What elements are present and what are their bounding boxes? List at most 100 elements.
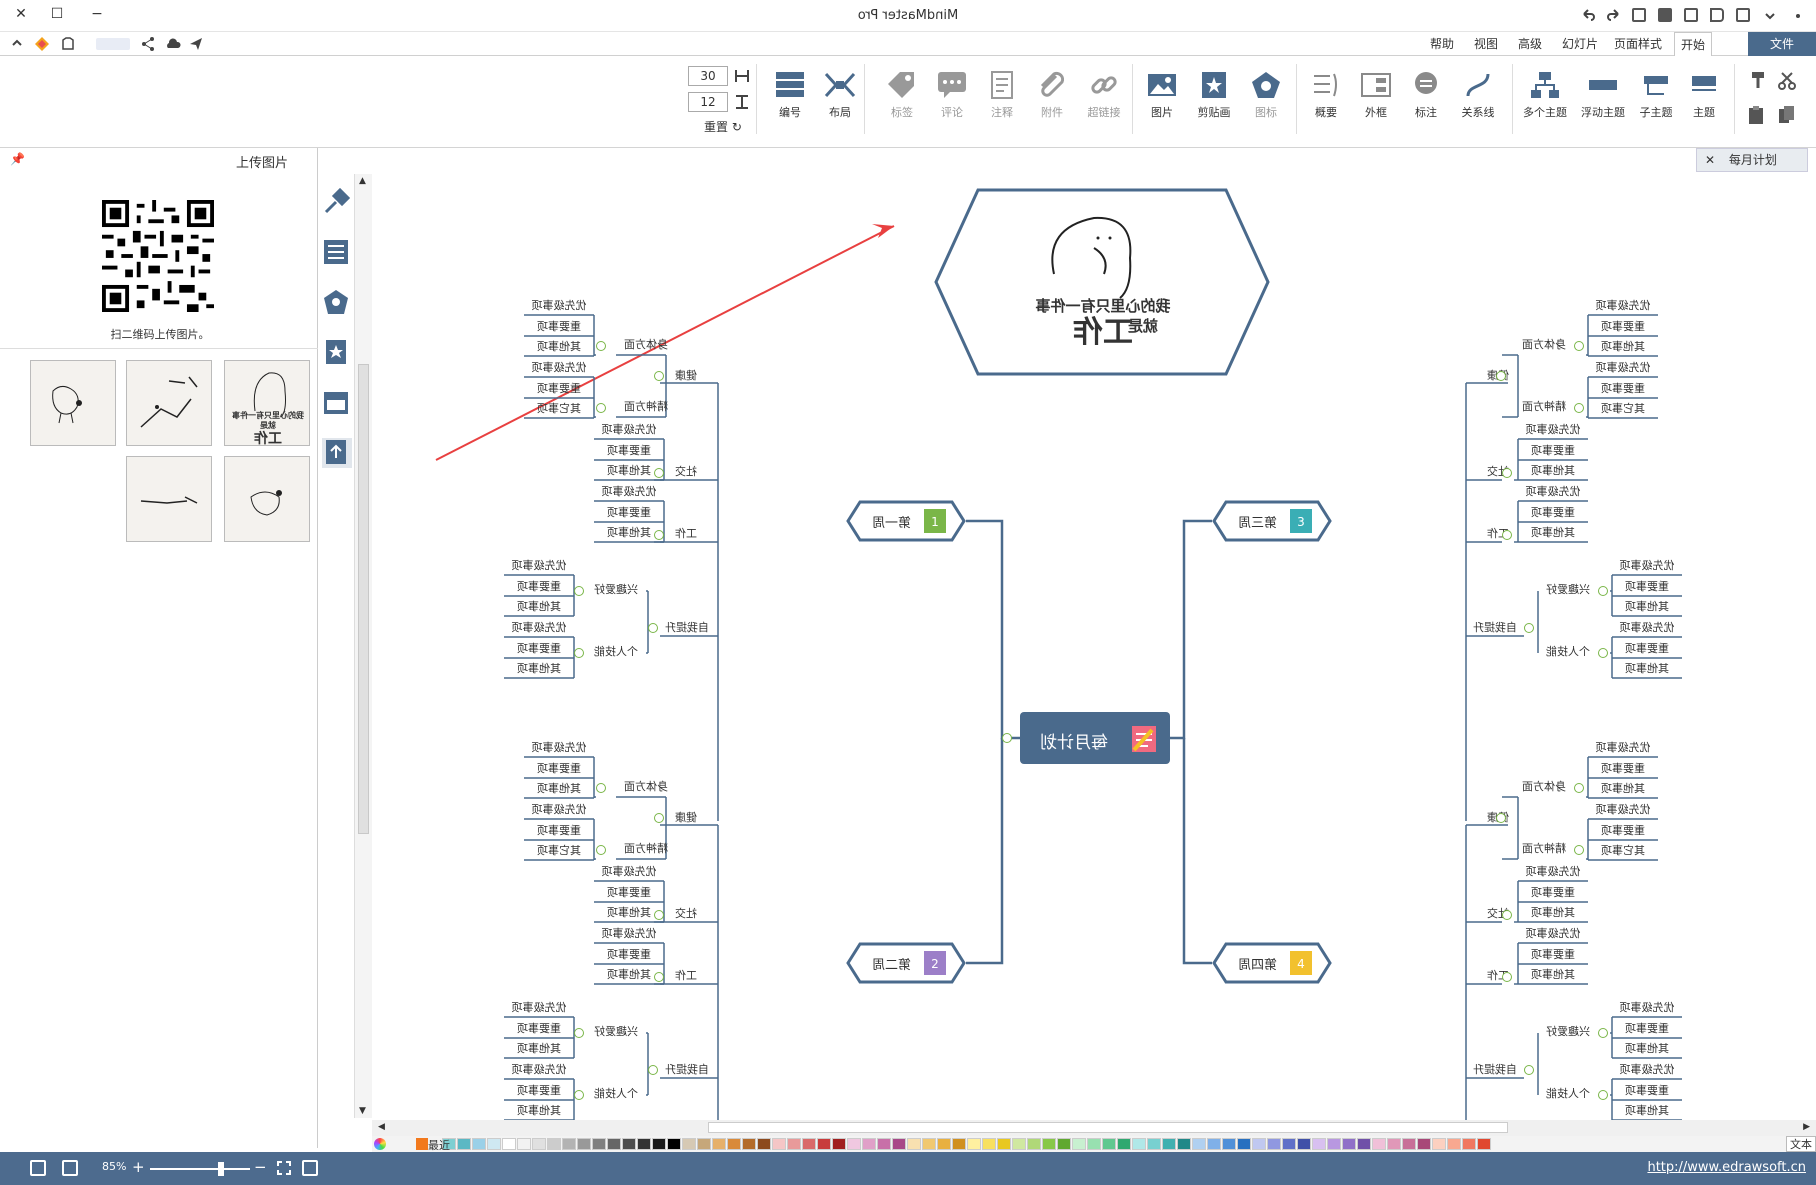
level2-topic[interactable]: 工作 xyxy=(664,527,708,541)
color-swatch[interactable] xyxy=(1267,1138,1281,1150)
zoom-out-icon[interactable]: − xyxy=(254,1158,267,1176)
leaf-topic[interactable]: 优先级事项 xyxy=(1588,299,1658,313)
leaf-topic[interactable]: 优先级事项 xyxy=(504,559,574,573)
leaf-topic[interactable]: 重要事项 xyxy=(504,1022,574,1036)
level2-topic[interactable]: 社交 xyxy=(1476,465,1520,479)
leaf-topic[interactable]: 其它事项 xyxy=(524,844,594,858)
save-icon[interactable] xyxy=(1658,8,1676,24)
collapse-toggle-icon[interactable] xyxy=(1574,845,1584,855)
callout-button[interactable]: 标注 xyxy=(1402,64,1450,134)
leaf-topic[interactable]: 其它事项 xyxy=(524,402,594,416)
level3-topic[interactable]: 兴趣爱好 xyxy=(586,1025,646,1039)
cloud-icon[interactable] xyxy=(164,36,182,55)
leaf-topic[interactable]: 其他事项 xyxy=(504,600,574,614)
pin-icon[interactable]: 📌 xyxy=(10,152,25,166)
scroll-thumb[interactable] xyxy=(358,364,369,834)
color-swatch[interactable] xyxy=(1312,1138,1326,1150)
leaf-topic[interactable]: 其他事项 xyxy=(1612,1042,1682,1056)
leaf-topic[interactable]: 其他事项 xyxy=(1518,968,1588,982)
leaf-topic[interactable]: 重要事项 xyxy=(1588,382,1658,396)
color-swatch[interactable] xyxy=(547,1138,561,1150)
floating-topic-button[interactable]: 浮动主题 xyxy=(1576,64,1630,134)
leaf-topic[interactable]: 优先级事项 xyxy=(1518,485,1588,499)
color-swatch[interactable] xyxy=(517,1138,531,1150)
spacing-horizontal-input[interactable]: 30 xyxy=(688,66,728,86)
leaf-topic[interactable]: 优先级事项 xyxy=(524,361,594,375)
tab-view[interactable]: 视图 xyxy=(1468,32,1504,56)
color-swatch[interactable] xyxy=(1417,1138,1431,1150)
image-thumbnail[interactable] xyxy=(126,456,212,542)
leaf-topic[interactable]: 重要事项 xyxy=(1588,320,1658,334)
leaf-topic[interactable]: 优先级事项 xyxy=(594,485,664,499)
level2-topic[interactable]: 自我提升 xyxy=(660,621,714,635)
color-swatch[interactable] xyxy=(1117,1138,1131,1150)
color-swatch[interactable] xyxy=(682,1138,696,1150)
color-swatch[interactable] xyxy=(982,1138,996,1150)
tab-page-style[interactable]: 页面样式 xyxy=(1608,32,1668,56)
level3-topic[interactable]: 精神方面 xyxy=(1514,400,1574,414)
color-swatch[interactable] xyxy=(727,1138,741,1150)
color-swatch[interactable] xyxy=(1327,1138,1341,1150)
clipart-panel-icon[interactable] xyxy=(322,338,352,368)
color-swatch[interactable] xyxy=(1192,1138,1206,1150)
multiple-topics-button[interactable]: 多个主题 xyxy=(1518,64,1572,134)
icon-panel-icon[interactable] xyxy=(322,288,352,318)
leaf-topic[interactable]: 重要事项 xyxy=(504,1084,574,1098)
level3-topic[interactable]: 个人技能 xyxy=(586,645,646,659)
summary-button[interactable]: 概要 xyxy=(1302,64,1350,134)
color-swatch[interactable] xyxy=(607,1138,621,1150)
collapse-toggle-icon[interactable] xyxy=(1598,1090,1608,1100)
leaf-topic[interactable]: 其他事项 xyxy=(1518,526,1588,540)
level3-topic[interactable]: 身体方面 xyxy=(616,338,676,352)
leaf-topic[interactable]: 其他事项 xyxy=(504,1042,574,1056)
collapse-toggle-icon[interactable] xyxy=(648,623,658,633)
color-picker-icon[interactable] xyxy=(374,1138,386,1150)
leaf-topic[interactable]: 优先级事项 xyxy=(1588,803,1658,817)
picture-button[interactable]: 图片 xyxy=(1138,64,1186,134)
vertical-scrollbar[interactable]: ▲ ▼ xyxy=(354,174,372,1118)
color-swatch[interactable] xyxy=(892,1138,906,1150)
level3-topic[interactable]: 精神方面 xyxy=(1514,842,1574,856)
tab-help[interactable]: 帮助 xyxy=(1424,32,1460,56)
collapse-toggle-icon[interactable] xyxy=(596,845,606,855)
collapse-toggle-icon[interactable] xyxy=(596,403,606,413)
level3-topic[interactable]: 个人技能 xyxy=(586,1087,646,1101)
leaf-topic[interactable]: 优先级事项 xyxy=(1612,621,1682,635)
collapse-toggle-icon[interactable] xyxy=(1524,1065,1534,1075)
leaf-topic[interactable]: 其他事项 xyxy=(594,968,664,982)
level2-topic[interactable]: 工作 xyxy=(1476,527,1520,541)
leaf-topic[interactable]: 其他事项 xyxy=(1518,464,1588,478)
leaf-topic[interactable]: 重要事项 xyxy=(524,824,594,838)
color-swatch[interactable] xyxy=(922,1138,936,1150)
reset-button[interactable]: 重置 ↻ xyxy=(704,118,742,135)
page-view-icon[interactable] xyxy=(30,1160,46,1176)
level3-topic[interactable]: 个人技能 xyxy=(1538,645,1598,659)
leaf-topic[interactable]: 优先级事项 xyxy=(594,423,664,437)
color-swatch[interactable] xyxy=(1252,1138,1266,1150)
level3-topic[interactable]: 身体方面 xyxy=(1514,780,1574,794)
clipart-button[interactable]: 剪贴画 xyxy=(1190,64,1238,134)
collapse-toggle-icon[interactable] xyxy=(1598,648,1608,658)
color-swatch[interactable] xyxy=(1207,1138,1221,1150)
collapse-toggle-icon[interactable] xyxy=(1502,972,1512,982)
format-painter-icon[interactable] xyxy=(1746,70,1768,95)
export-icon[interactable] xyxy=(1632,8,1650,24)
collapse-toggle-icon[interactable] xyxy=(574,648,584,658)
fullscreen-icon[interactable] xyxy=(276,1160,292,1179)
collapse-toggle-icon[interactable] xyxy=(1502,910,1512,920)
level3-topic[interactable]: 身体方面 xyxy=(1514,338,1574,352)
redo-icon[interactable] xyxy=(1606,8,1624,24)
collapse-toggle-icon[interactable] xyxy=(1574,783,1584,793)
color-swatch[interactable] xyxy=(787,1138,801,1150)
collapse-toggle-icon[interactable] xyxy=(1496,371,1506,381)
level3-topic[interactable]: 精神方面 xyxy=(616,842,676,856)
leaf-topic[interactable]: 其他事项 xyxy=(504,662,574,676)
outline-view-icon[interactable] xyxy=(322,238,352,268)
color-swatch[interactable] xyxy=(1087,1138,1101,1150)
undo-icon[interactable] xyxy=(1580,8,1598,24)
hscroll-thumb[interactable] xyxy=(708,1122,1508,1133)
color-swatch[interactable] xyxy=(1072,1138,1086,1150)
color-swatch[interactable] xyxy=(1012,1138,1026,1150)
color-swatch[interactable] xyxy=(457,1138,471,1150)
icon-button[interactable]: 图标 xyxy=(1242,64,1290,134)
